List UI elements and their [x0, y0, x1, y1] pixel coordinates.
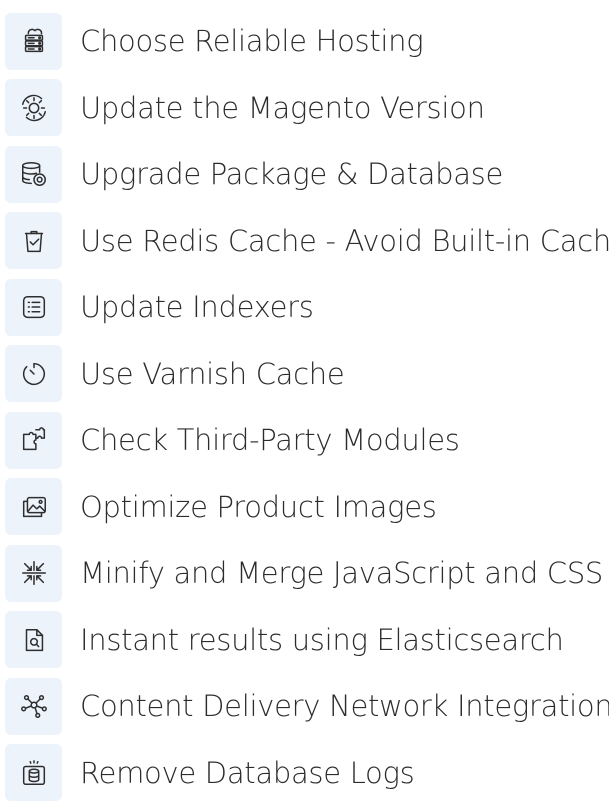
- list-item-label: Choose Reliable Hosting: [80, 24, 423, 58]
- list-item-label: Update the Magento Version: [80, 91, 485, 125]
- puzzle-icon: [5, 412, 62, 469]
- list-item: Instant results using Elasticsearch: [0, 607, 609, 674]
- list-item-label: Remove Database Logs: [80, 756, 414, 790]
- trash-check-icon: [5, 212, 62, 269]
- list-item: Optimize Product Images: [0, 474, 609, 541]
- gear-refresh-icon: [5, 79, 62, 136]
- database-box-icon: [5, 744, 62, 801]
- list-item: Check Third-Party Modules: [0, 407, 609, 474]
- list-item: Content Delivery Network Integration: [0, 673, 609, 740]
- list-item: Minify and Merge JavaScript and CSS: [0, 540, 609, 607]
- compress-arrows-icon: [5, 545, 62, 602]
- document-search-icon: [5, 611, 62, 668]
- list-item-label: Use Varnish Cache: [80, 357, 344, 391]
- image-icon: [5, 478, 62, 535]
- list-item: Choose Reliable Hosting: [0, 8, 609, 75]
- database-sync-icon: [5, 146, 62, 203]
- list-item-label: Update Indexers: [80, 290, 314, 324]
- list-item-label: Content Delivery Network Integration: [80, 689, 609, 723]
- list-item: Use Redis Cache - Avoid Built-in Cache: [0, 208, 609, 275]
- list-item: Upgrade Package & Database: [0, 141, 609, 208]
- list-item: Use Varnish Cache: [0, 341, 609, 408]
- list-item: Update the Magento Version: [0, 75, 609, 142]
- list-item-label: Upgrade Package & Database: [80, 157, 503, 191]
- list-item-label: Use Redis Cache - Avoid Built-in Cache: [80, 224, 609, 258]
- list-item: Update Indexers: [0, 274, 609, 341]
- list-item: Remove Database Logs: [0, 740, 609, 806]
- list-item-label: Minify and Merge JavaScript and CSS: [80, 556, 603, 590]
- list-icon: [5, 279, 62, 336]
- list-item-label: Instant results using Elasticsearch: [80, 623, 564, 657]
- feature-list: Choose Reliable Hosting Update the Magen…: [0, 8, 609, 806]
- network-nodes-icon: [5, 678, 62, 735]
- list-item-label: Optimize Product Images: [80, 490, 437, 524]
- timer-icon: [5, 345, 62, 402]
- server-cloud-icon: [5, 13, 62, 70]
- list-item-label: Check Third-Party Modules: [80, 423, 460, 457]
